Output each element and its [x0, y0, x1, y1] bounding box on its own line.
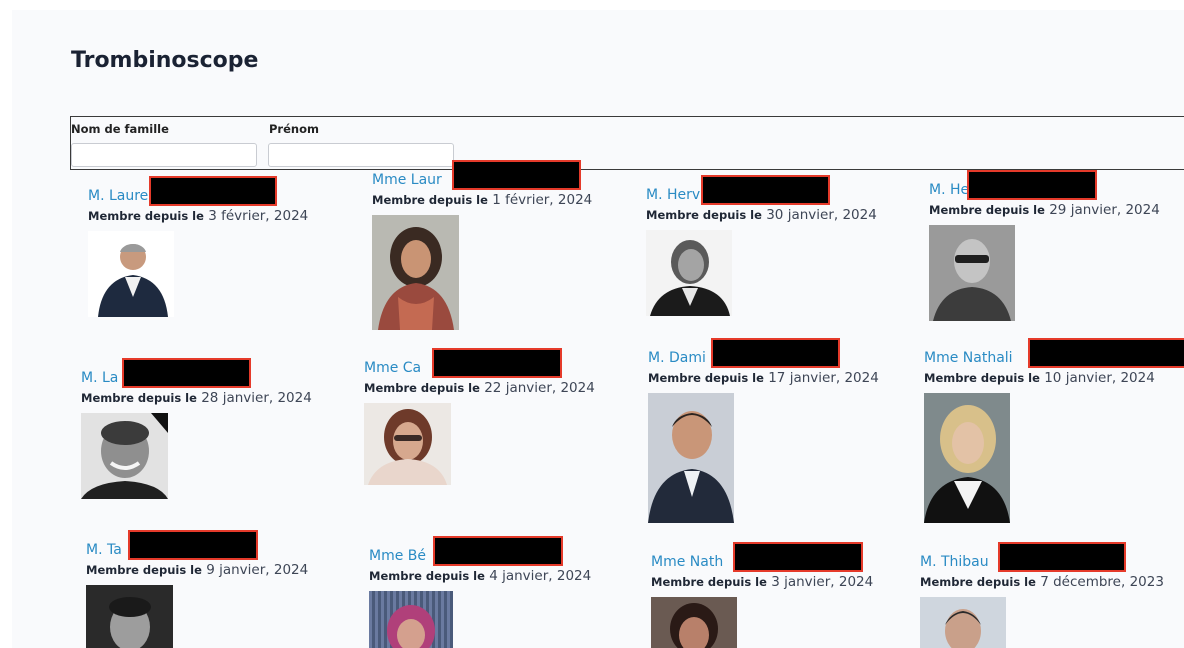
member-since: Membre depuis le 22 janvier, 2024 [364, 380, 595, 396]
member-photo[interactable] [929, 225, 1160, 321]
redacted-name-block [711, 338, 840, 368]
redacted-name-block [452, 160, 581, 190]
redacted-name-block [122, 358, 251, 388]
member-since: Membre depuis le 29 janvier, 2024 [929, 202, 1160, 218]
redacted-name-block [128, 530, 258, 560]
member-name-link[interactable]: M. Laure [88, 176, 308, 206]
member-since: Membre depuis le 7 décembre, 2023 [920, 574, 1164, 590]
member-name-link[interactable]: M. La [81, 358, 312, 388]
member-card: Mme Bé Membre depuis le 4 janvier, 2024 [369, 536, 592, 648]
member-name-link[interactable]: M. He [929, 170, 1160, 200]
member-since: Membre depuis le 9 janvier, 2024 [86, 562, 309, 578]
member-photo[interactable] [81, 413, 312, 499]
member-since: Membre depuis le 3 janvier, 2024 [651, 574, 874, 590]
member-name-link[interactable]: M. Ta [86, 530, 308, 560]
redacted-name-block [433, 536, 563, 566]
member-card: M. He Membre depuis le 29 janvier, 2024 [929, 170, 1160, 321]
redacted-name-block [733, 542, 863, 572]
member-photo[interactable] [369, 591, 591, 648]
member-name-link[interactable]: M. Dami [648, 338, 879, 368]
member-card: Mme Nath Membre depuis le 3 janvier, 202… [651, 542, 874, 648]
member-photo[interactable] [648, 393, 879, 523]
member-since: Membre depuis le 10 janvier, 2024 [924, 370, 1155, 386]
member-name-link[interactable]: Mme Ca [364, 348, 595, 378]
member-name-link[interactable]: M. Thibau [920, 542, 1164, 572]
member-card: M. La Membre depuis le 28 janvier, 2024 [81, 358, 312, 499]
member-card: M. Dami Membre depuis le 17 janvier, 202… [648, 338, 879, 523]
member-name-link[interactable]: Mme Nathali [924, 338, 1184, 368]
member-photo[interactable] [924, 393, 1155, 523]
redacted-name-block [432, 348, 562, 378]
member-photo[interactable] [86, 585, 308, 648]
member-name-link[interactable]: Mme Nath [651, 542, 873, 572]
filter-form: Nom de famille Prénom [70, 116, 1184, 170]
first-name-label: Prénom [269, 122, 319, 136]
page-title: Trombinoscope [71, 48, 259, 73]
member-photo[interactable] [372, 215, 592, 330]
member-name-link[interactable]: M. Herv [646, 175, 877, 205]
redacted-name-block [149, 176, 277, 206]
last-name-label: Nom de famille [71, 122, 169, 136]
member-card: M. Herv Membre depuis le 30 janvier, 202… [646, 175, 877, 316]
member-card: M. Thibau Membre depuis le 7 décembre, 2… [920, 542, 1164, 648]
member-photo[interactable] [651, 597, 873, 648]
member-photo[interactable] [646, 230, 877, 316]
member-since: Membre depuis le 3 février, 2024 [88, 208, 309, 224]
member-photo[interactable] [920, 597, 1164, 648]
member-name-link[interactable]: Mme Bé [369, 536, 591, 566]
redacted-name-block [998, 542, 1126, 572]
member-photo[interactable] [364, 403, 595, 485]
member-since: Membre depuis le 28 janvier, 2024 [81, 390, 312, 406]
last-name-input[interactable] [71, 143, 257, 167]
first-name-input[interactable] [268, 143, 454, 167]
member-since: Membre depuis le 30 janvier, 2024 [646, 207, 877, 223]
member-photo[interactable] [88, 231, 308, 317]
member-card: M. Laure Membre depuis le 3 février, 202… [88, 176, 309, 317]
redacted-name-block [1028, 338, 1184, 368]
member-since: Membre depuis le 4 janvier, 2024 [369, 568, 592, 584]
member-card: Mme Nathali Membre depuis le 10 janvier,… [924, 338, 1184, 523]
member-card: Mme Laur Membre depuis le 1 février, 202… [372, 160, 593, 330]
redacted-name-block [701, 175, 830, 205]
member-since: Membre depuis le 1 février, 2024 [372, 192, 593, 208]
member-name-link[interactable]: Mme Laur [372, 160, 592, 190]
member-card: M. Ta Membre depuis le 9 janvier, 2024 [86, 530, 309, 648]
member-since: Membre depuis le 17 janvier, 2024 [648, 370, 879, 386]
member-card: Mme Ca Membre depuis le 22 janvier, 2024 [364, 348, 595, 485]
redacted-name-block [967, 170, 1097, 200]
